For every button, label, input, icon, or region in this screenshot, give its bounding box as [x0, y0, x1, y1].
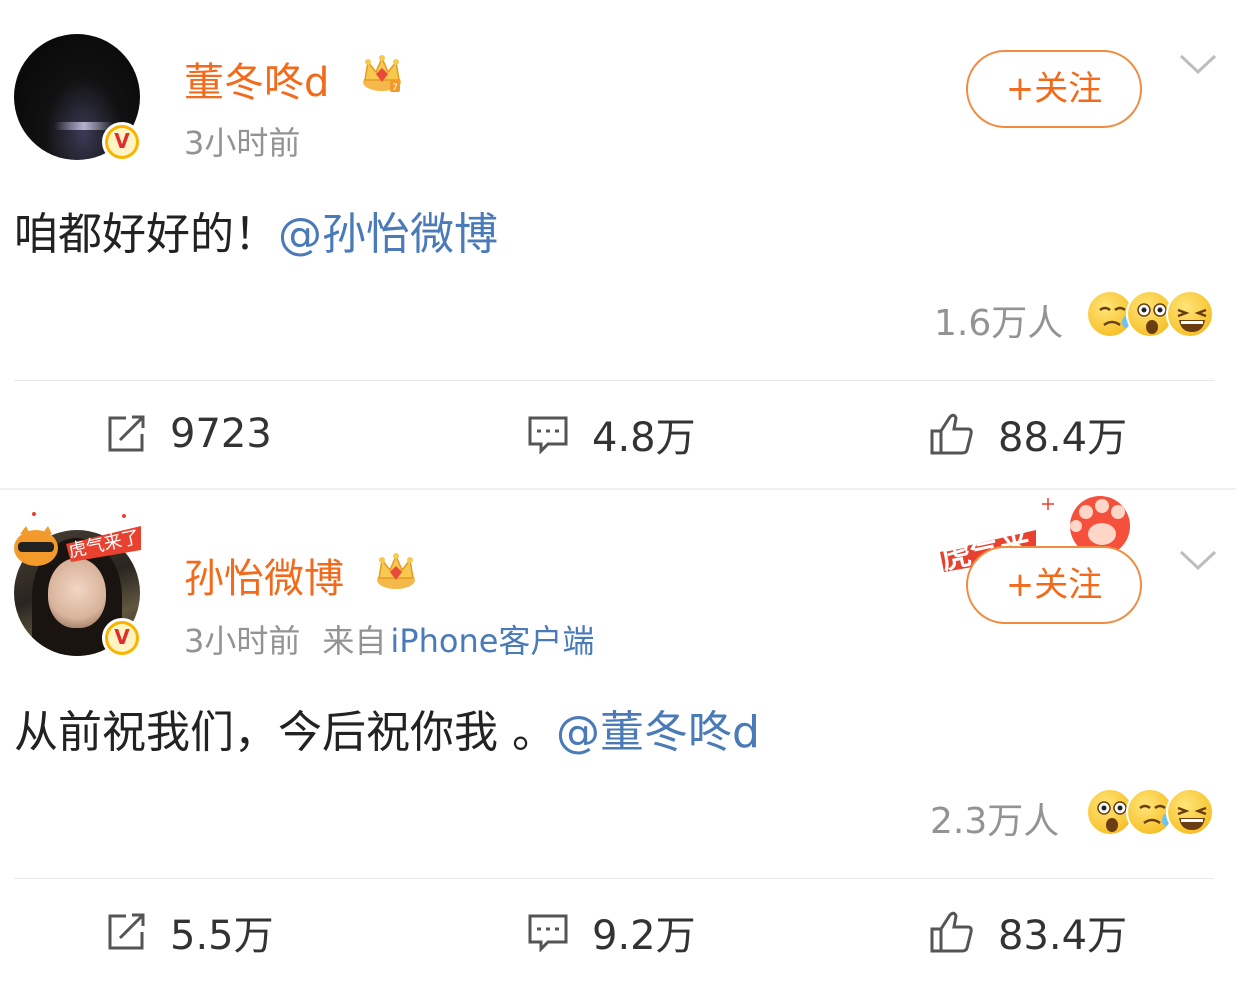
- like-button[interactable]: 83.4万: [928, 902, 1127, 962]
- mention-link[interactable]: @董冬咚d: [556, 707, 760, 758]
- comment-count: 9.2万: [592, 913, 696, 959]
- chevron-down-icon[interactable]: [1178, 548, 1218, 572]
- reaction-emojis[interactable]: [1086, 788, 1216, 840]
- crown-icon: [377, 553, 415, 589]
- mention-link[interactable]: @孙怡微博: [278, 209, 498, 260]
- repost-button[interactable]: 5.5万: [104, 902, 274, 962]
- username[interactable]: 孙怡微博: [184, 546, 344, 604]
- username[interactable]: 董冬咚d: [184, 50, 329, 108]
- avatar-image-detail: [54, 122, 114, 130]
- tiger-avatar-frame-icon: 虎气来了: [14, 512, 142, 566]
- laughing-emoji-icon: [1166, 788, 1214, 836]
- follow-button[interactable]: +关注: [966, 50, 1142, 128]
- post-time: 3小时前: [184, 622, 301, 660]
- like-count: 88.4万: [998, 415, 1128, 461]
- weibo-post: V 董冬咚d 7 3小时前 +关注 咱都好好的！@孙怡微博 1.6万人 9723: [0, 0, 1236, 488]
- post-text: 咱都好好的！: [14, 209, 278, 260]
- divider: [14, 380, 1214, 381]
- comment-count: 4.8万: [592, 415, 696, 461]
- comment-button[interactable]: 9.2万: [526, 902, 696, 962]
- repost-count: 5.5万: [170, 913, 274, 959]
- reaction-emojis[interactable]: [1086, 290, 1216, 342]
- svg-text:7: 7: [392, 83, 398, 93]
- source-client-link[interactable]: iPhone客户端: [390, 622, 594, 660]
- post-meta: 3小时前: [184, 118, 300, 164]
- reaction-count[interactable]: 1.6万人: [934, 294, 1063, 346]
- comment-button[interactable]: 4.8万: [526, 404, 696, 464]
- divider: [14, 878, 1214, 879]
- verified-badge-icon: V: [102, 122, 142, 162]
- follow-button[interactable]: +关注: [966, 546, 1142, 624]
- repost-count: 9723: [170, 411, 272, 457]
- chevron-down-icon[interactable]: [1178, 52, 1218, 76]
- reaction-count[interactable]: 2.3万人: [930, 792, 1059, 844]
- like-count: 83.4万: [998, 913, 1128, 959]
- thumbs-up-icon: [930, 911, 973, 953]
- comment-icon: [528, 914, 568, 952]
- svg-text:虎气来了: 虎气来了: [67, 527, 142, 563]
- repost-button[interactable]: 9723: [104, 404, 272, 464]
- thumbs-up-icon: [930, 413, 973, 455]
- crown-icon: 7: [363, 55, 401, 93]
- weibo-post: 虎气来了 V 孙怡微博 3小时前来自iPhone客户端 虎气来 +关注 从前祝我…: [0, 490, 1236, 982]
- post-content: 从前祝我们，今后祝你我 。@董冬咚d: [14, 696, 760, 760]
- post-content: 咱都好好的！@孙怡微博: [14, 198, 498, 262]
- post-meta: 3小时前 来自 iPhone客户端: [184, 616, 594, 662]
- like-button[interactable]: 88.4万: [928, 404, 1127, 464]
- verified-badge-icon: V: [102, 618, 142, 658]
- repost-icon: [108, 913, 145, 950]
- post-text: 从前祝我们，今后祝你我 。: [14, 707, 556, 758]
- comment-icon: [528, 416, 568, 454]
- repost-icon: [108, 415, 145, 452]
- laughing-emoji-icon: [1166, 290, 1214, 338]
- source-label: 来自: [322, 622, 387, 660]
- post-time: 3小时前: [184, 124, 301, 162]
